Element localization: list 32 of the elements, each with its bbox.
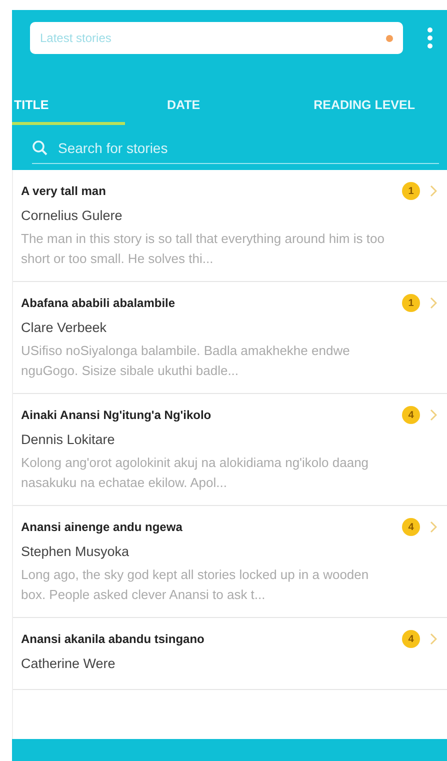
- level-badge: 1: [402, 294, 420, 312]
- story-title: Ainaki Anansi Ng'itung'a Ng'ikolo: [21, 408, 212, 422]
- story-item[interactable]: Abafana ababili abalambile Clare Verbeek USifiso noSiyalonga balambile. Badla amakhekhe endwe nguGogo. Sisize sibale ukuthi badle... 1: [13, 282, 447, 394]
- story-author: Clare Verbeek: [21, 320, 108, 335]
- story-item[interactable]: Anansi ainenge andu ngewa Stephen Musyoka Long ago, the sky god kept all stories locked up in a wooden box. People asked clever Anansi to ask t... 4: [13, 506, 447, 618]
- story-author: Stephen Musyoka: [21, 544, 130, 559]
- story-summary: Kolong ang'orot agolokinit akuj na alokidiama ng'ikolo daang nasakuku na echatae ekilow. Apol...: [21, 454, 370, 492]
- story-author: Catherine Were: [21, 656, 116, 671]
- chevron-icon: [430, 297, 437, 309]
- story-item[interactable]: Ainaki Anansi Ng'itung'a Ng'ikolo Dennis Lokitare Kolong ang'orot agolokinit akuj na alokidiama ng'ikolo daang nasakuku na echatae ekilow. Apol... 4: [13, 394, 447, 506]
- level-badge: 4: [402, 406, 420, 424]
- search-field[interactable]: Search for stories: [56, 139, 439, 157]
- story-title: Anansi ainenge andu ngewa: [21, 520, 184, 534]
- story-title: Abafana ababili abalambile: [21, 296, 176, 310]
- story-title: Anansi akanila abandu tsingano: [21, 632, 206, 646]
- story-summary: The man in this story is so tall that everything around him is too short or too small. He solves thi...: [21, 230, 386, 268]
- story-author: Dennis Lokitare: [21, 432, 116, 447]
- story-item[interactable]: A very tall man Cornelius Gulere The man in this story is so tall that everything around him is too short or too small. He solves thi... 1: [13, 170, 447, 282]
- story-title: A very tall man: [21, 184, 107, 198]
- chevron-icon: [430, 409, 437, 421]
- chevron-icon: [430, 633, 437, 645]
- level-badge: 4: [402, 630, 420, 648]
- level-badge: 1: [402, 182, 420, 200]
- level-badge: 4: [402, 518, 420, 536]
- story-summary: USifiso noSiyalonga balambile. Badla amakhekhe endwe nguGogo. Sisize sibale ukuthi badle...: [21, 342, 351, 380]
- search-icon: [32, 140, 48, 156]
- chevron-icon: [430, 521, 437, 533]
- more-options-icon[interactable]: [427, 27, 433, 49]
- story-summary: Long ago, the sky god kept all stories locked up in a wooden box. People asked clever Anansi to ask t...: [21, 566, 370, 604]
- story-item[interactable]: Anansi akanila abandu tsingano Catherine Were 4: [13, 618, 447, 690]
- chevron-icon: [430, 185, 437, 197]
- story-author: Cornelius Gulere: [21, 208, 124, 223]
